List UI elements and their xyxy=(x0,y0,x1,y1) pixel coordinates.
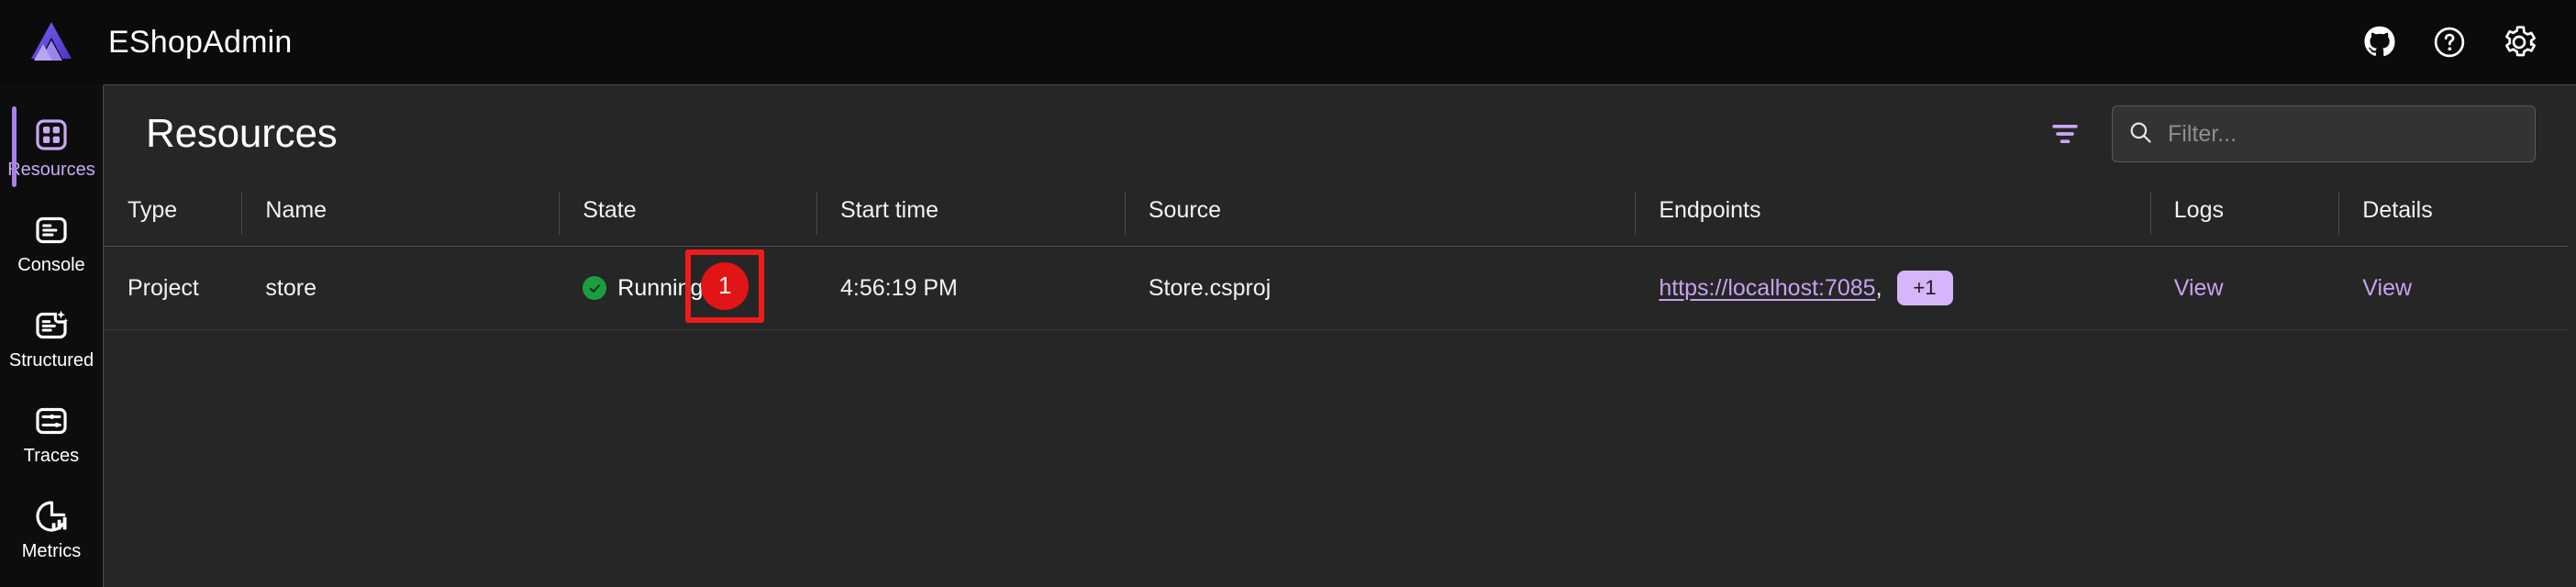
details-view-link[interactable]: View xyxy=(2362,275,2412,301)
column-header-state[interactable]: State xyxy=(559,183,816,247)
sidebar-item-structured[interactable]: Structured xyxy=(0,290,103,385)
page-header: Resources xyxy=(104,85,2576,183)
column-header-name[interactable]: Name xyxy=(241,183,560,247)
annotation-badge: 1 xyxy=(701,261,749,310)
column-header-type[interactable]: Type xyxy=(104,183,242,247)
sidebar-item-label: Console xyxy=(17,254,85,275)
header-tools xyxy=(2046,105,2536,162)
github-icon[interactable] xyxy=(2361,24,2398,61)
resources-table-wrapper: Type Name State Start time Source Endpoi… xyxy=(104,183,2576,385)
endpoint-link[interactable]: https://localhost:7085 xyxy=(1659,275,1875,302)
sidebar-item-label: Traces xyxy=(23,445,80,466)
endpoints-group: https://localhost:7085 , +1 xyxy=(1659,271,2149,305)
aspire-dashboard: EShopAdmin Resources Console Structured … xyxy=(0,0,2576,587)
body-wrapper: Resources Console Structured Traces Metr… xyxy=(0,84,2576,587)
page-title: Resources xyxy=(146,111,338,156)
table-body: Project store Running 1 4:56:19 PM Store… xyxy=(104,246,2569,330)
sidebar-item-label: Metrics xyxy=(21,540,82,561)
help-icon[interactable] xyxy=(2431,24,2468,61)
cell-logs: View xyxy=(2149,246,2339,330)
gear-icon[interactable] xyxy=(2501,24,2537,61)
logs-view-link[interactable]: View xyxy=(2174,275,2224,301)
main-panel: Resources Filter... Type Name State Star… xyxy=(103,84,2576,587)
search-box[interactable] xyxy=(2112,105,2536,162)
metrics-pie-icon xyxy=(32,497,71,536)
top-bar: EShopAdmin xyxy=(0,0,2576,84)
column-header-source[interactable]: Source xyxy=(1124,183,1636,247)
aspire-logo-icon[interactable] xyxy=(0,20,103,64)
sidebar-item-label: Resources xyxy=(7,159,95,180)
search-input[interactable] xyxy=(2168,120,2520,148)
cell-name: store xyxy=(241,246,560,330)
cell-endpoints: https://localhost:7085 , +1 xyxy=(1635,246,2150,330)
state-label: Running xyxy=(617,274,704,301)
endpoint-separator: , xyxy=(1875,274,1882,301)
column-header-endpoints[interactable]: Endpoints xyxy=(1635,183,2150,247)
table-header-row: Type Name State Start time Source Endpoi… xyxy=(104,183,2569,247)
column-header-details[interactable]: Details xyxy=(2338,183,2569,247)
sidebar: Resources Console Structured Traces Metr… xyxy=(0,84,103,587)
topbar-actions xyxy=(2361,24,2537,61)
cell-details: View xyxy=(2338,246,2569,330)
resources-table: Type Name State Start time Source Endpoi… xyxy=(104,183,2569,330)
console-lines-icon xyxy=(32,211,71,249)
sidebar-item-traces[interactable]: Traces xyxy=(0,385,103,481)
endpoints-more-badge[interactable]: +1 xyxy=(1896,271,1953,305)
table-empty-space xyxy=(104,384,2576,587)
cell-start-time: 4:56:19 PM xyxy=(816,246,1125,330)
search-icon xyxy=(2127,119,2153,150)
cell-state: Running 1 xyxy=(559,246,816,330)
sidebar-item-metrics[interactable]: Metrics xyxy=(0,481,103,576)
table-row[interactable]: Project store Running 1 4:56:19 PM Store… xyxy=(104,246,2569,330)
sidebar-item-label: Structured xyxy=(8,349,94,371)
grid-squares-icon xyxy=(32,116,71,154)
sidebar-item-resources[interactable]: Resources xyxy=(0,99,103,194)
cell-type: Project xyxy=(104,246,242,330)
traces-icon xyxy=(32,402,71,440)
column-header-start-time[interactable]: Start time xyxy=(816,183,1125,247)
check-circle-icon xyxy=(583,276,607,300)
app-title: EShopAdmin xyxy=(108,24,293,60)
table-header: Type Name State Start time Source Endpoi… xyxy=(104,183,2569,247)
sidebar-item-console[interactable]: Console xyxy=(0,194,103,290)
cell-source: Store.csproj xyxy=(1124,246,1636,330)
structured-logs-icon xyxy=(32,306,71,345)
state-badge: Running 1 xyxy=(583,249,816,323)
column-header-logs[interactable]: Logs xyxy=(2149,183,2339,247)
filter-funnel-icon[interactable] xyxy=(2046,115,2084,153)
